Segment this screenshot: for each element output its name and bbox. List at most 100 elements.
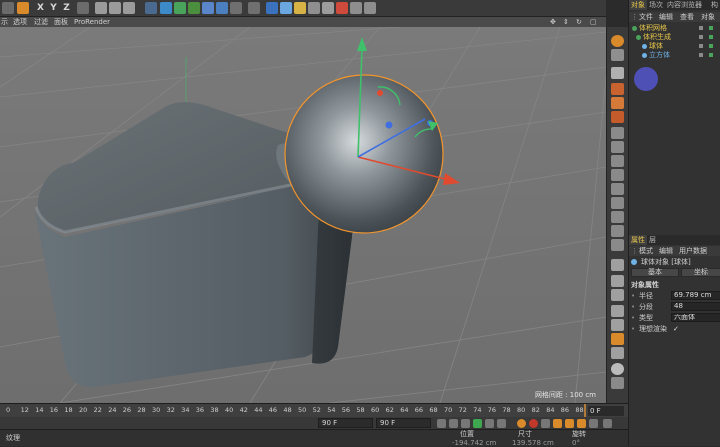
record-active-icon[interactable]: [517, 419, 526, 428]
viewport-move-icon[interactable]: ✥: [550, 17, 556, 27]
play-icon[interactable]: [473, 419, 482, 428]
go-to-start-icon[interactable]: [437, 419, 446, 428]
tag-icon[interactable]: [322, 2, 334, 14]
tab-structure[interactable]: 构: [709, 0, 720, 10]
model-mode-icon[interactable]: [611, 49, 624, 61]
generator-icon[interactable]: [280, 2, 292, 14]
object-row-cube[interactable]: 立方体: [629, 51, 720, 60]
tab-takes[interactable]: 场次: [647, 0, 665, 10]
render-settings-icon[interactable]: [123, 2, 135, 14]
menu-file[interactable]: 文件: [639, 12, 653, 22]
menu-edit[interactable]: 编辑: [659, 12, 673, 22]
radius-field[interactable]: 69.789 cm: [671, 291, 720, 300]
tweak-mode-icon[interactable]: [611, 141, 624, 153]
polygons-mode-icon[interactable]: [611, 111, 624, 123]
parameter-key-icon[interactable]: [589, 419, 598, 428]
preview-end-field[interactable]: 90 F: [318, 418, 373, 428]
render-perfect-checkbox[interactable]: ✓: [673, 324, 679, 334]
grip-icon[interactable]: ⋮: [631, 12, 638, 22]
object-row-volume-builder[interactable]: 体积生成: [629, 33, 720, 42]
field-icon[interactable]: [216, 2, 228, 14]
current-frame-field[interactable]: 0 F: [588, 406, 624, 416]
3d-viewport[interactable]: 网格间距 : 100 cm: [0, 27, 606, 403]
timeline-ruler[interactable]: 0 12 14 16 18 20 22 24 26 28 30 32 34 36 38 40 42 44 46 48 5…: [0, 403, 628, 418]
points-mode-icon[interactable]: [611, 83, 624, 95]
tab-objects[interactable]: 对象: [629, 0, 647, 10]
workplane-icon[interactable]: [611, 169, 624, 181]
light-icon[interactable]: [248, 2, 260, 14]
menu-view[interactable]: 查看: [680, 12, 694, 22]
visibility-icon[interactable]: [699, 44, 703, 48]
autokey-icon[interactable]: [529, 419, 538, 428]
type-select[interactable]: 六面体: [671, 313, 720, 322]
enabled-check-icon[interactable]: [709, 44, 713, 48]
next-frame-icon[interactable]: [485, 419, 494, 428]
axis-mode-icon[interactable]: [611, 127, 624, 139]
material-preview-icon[interactable]: [611, 363, 624, 375]
y-axis-toggle[interactable]: Y: [48, 2, 59, 14]
scene-icon[interactable]: [230, 2, 242, 14]
tab-attributes[interactable]: 属性: [629, 235, 647, 245]
menu-panel[interactable]: 面板: [54, 17, 68, 27]
segments-field[interactable]: 48: [671, 302, 720, 311]
x-axis-toggle[interactable]: X: [35, 2, 46, 14]
rotation-key-icon[interactable]: [577, 419, 586, 428]
menu-user-data[interactable]: 用户数据: [679, 246, 707, 256]
pen-icon[interactable]: [160, 2, 172, 14]
viewport-options-icon[interactable]: [611, 305, 624, 317]
viewport-maximize-icon[interactable]: ▢: [590, 17, 597, 27]
z-axis-toggle[interactable]: Z: [61, 2, 72, 14]
previous-key-icon[interactable]: [449, 419, 458, 428]
undo-icon[interactable]: [2, 2, 14, 14]
python-icon[interactable]: [350, 2, 362, 14]
coordinate-system-icon[interactable]: [77, 2, 89, 14]
visibility-icon[interactable]: [699, 35, 703, 39]
menu-display[interactable]: 示: [1, 17, 8, 27]
scale-key-icon[interactable]: [565, 419, 574, 428]
subdivision-icon[interactable]: [174, 2, 186, 14]
enabled-check-icon[interactable]: [709, 35, 713, 39]
animation-end-field[interactable]: 90 F: [376, 418, 431, 428]
material-icon[interactable]: [308, 2, 320, 14]
menu-prorender[interactable]: ProRender: [74, 17, 110, 27]
sculpt-icon[interactable]: [611, 211, 624, 223]
menu-object[interactable]: 对象: [701, 12, 715, 22]
menu-edit[interactable]: 编辑: [659, 246, 673, 256]
viewport-zoom-icon[interactable]: ⇕: [563, 17, 569, 27]
object-display-icon[interactable]: [611, 333, 624, 345]
timeline-menu-icon[interactable]: [603, 419, 612, 428]
edges-mode-icon[interactable]: [611, 97, 624, 109]
locked-workplane-icon[interactable]: [611, 183, 624, 195]
object-row-sphere[interactable]: 球体: [629, 42, 720, 51]
grip-icon[interactable]: ⋮: [631, 246, 638, 256]
camera-icon[interactable]: [266, 2, 278, 14]
spline-icon[interactable]: [611, 239, 624, 251]
menu-mode[interactable]: 模式: [639, 246, 653, 256]
enabled-check-icon[interactable]: [709, 26, 713, 30]
lighting-icon[interactable]: [611, 347, 624, 359]
snap-icon[interactable]: [611, 155, 624, 167]
visibility-icon[interactable]: [699, 26, 703, 30]
planar-workplane-icon[interactable]: [611, 197, 624, 209]
single-view-icon[interactable]: [611, 275, 624, 287]
previous-frame-icon[interactable]: [461, 419, 470, 428]
display-options-icon[interactable]: [611, 319, 624, 331]
keyframe-selection-icon[interactable]: [541, 419, 550, 428]
sun-icon[interactable]: [294, 2, 306, 14]
position-key-icon[interactable]: [553, 419, 562, 428]
more-tools-icon[interactable]: [611, 377, 624, 389]
deformer-icon[interactable]: [202, 2, 214, 14]
layout-view-icon[interactable]: [611, 289, 624, 301]
tab-layers[interactable]: 层: [647, 235, 658, 245]
viewport-rotate-icon[interactable]: ↻: [576, 17, 582, 27]
move-tool-icon[interactable]: [17, 2, 29, 14]
brush-icon[interactable]: [611, 225, 624, 237]
render-region-icon[interactable]: [109, 2, 121, 14]
cube-icon[interactable]: [145, 2, 157, 14]
record-icon[interactable]: [336, 2, 348, 14]
basic-button[interactable]: 基本: [631, 268, 679, 277]
object-row-volume-mesher[interactable]: 体积网格: [629, 24, 720, 33]
array-icon[interactable]: [188, 2, 200, 14]
visibility-icon[interactable]: [699, 53, 703, 57]
go-to-end-icon[interactable]: [497, 419, 506, 428]
